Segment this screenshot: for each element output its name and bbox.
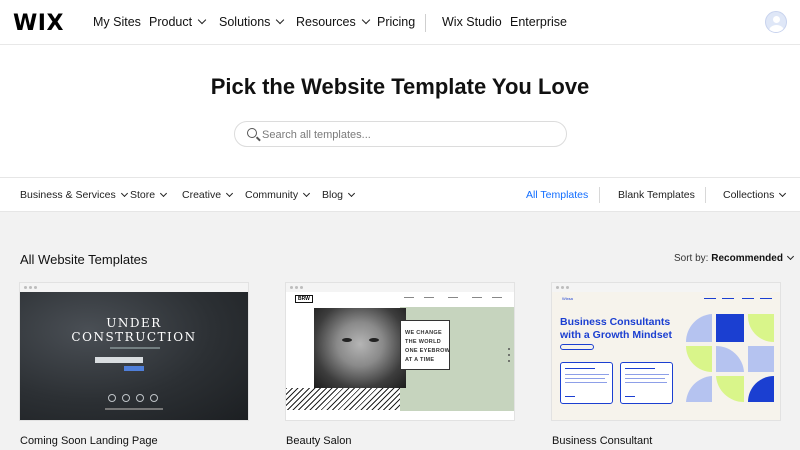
template-card-title[interactable]: Coming Soon Landing Page bbox=[20, 435, 158, 447]
chevron-down-icon bbox=[120, 189, 128, 198]
section-title: All Website Templates bbox=[20, 252, 148, 267]
nav-wix-studio[interactable]: Wix Studio bbox=[442, 15, 502, 29]
chevron-down-icon bbox=[197, 15, 207, 25]
slogan-line: ONE EYEBROW bbox=[405, 348, 451, 354]
avatar-body bbox=[769, 25, 784, 32]
wix-logo[interactable]: WIX bbox=[13, 11, 64, 36]
template-card-title[interactable]: Business Consultant bbox=[552, 435, 652, 447]
sort-value: Recommended bbox=[711, 253, 783, 264]
nav-pricing[interactable]: Pricing bbox=[377, 15, 415, 29]
tab-label: Collections bbox=[723, 189, 775, 201]
category-creative[interactable]: Creative bbox=[182, 189, 234, 201]
nav-my-sites[interactable]: My Sites bbox=[93, 15, 141, 29]
nav-resources[interactable]: Resources bbox=[296, 15, 370, 29]
category-label: Creative bbox=[182, 189, 222, 201]
slogan-line: AT A TIME bbox=[405, 357, 435, 363]
preview-logo: BRW bbox=[295, 295, 313, 303]
preview-heading: Business Consultants bbox=[560, 316, 671, 328]
social-icon bbox=[122, 394, 130, 402]
preview-eye bbox=[369, 338, 379, 342]
category-label: Store bbox=[130, 189, 156, 201]
category-bar: Business & Services Store Creative Commu… bbox=[0, 177, 800, 212]
user-avatar-icon[interactable] bbox=[765, 11, 787, 33]
search-icon bbox=[247, 128, 257, 138]
category-label: Blog bbox=[322, 189, 344, 201]
category-divider bbox=[599, 187, 600, 203]
preview-portrait bbox=[314, 308, 406, 388]
slogan-line: WE CHANGE bbox=[405, 330, 442, 336]
chevron-down-icon bbox=[226, 189, 234, 198]
tab-label: All Templates bbox=[526, 189, 589, 201]
nav-product[interactable]: Product bbox=[149, 15, 207, 29]
template-search[interactable] bbox=[234, 121, 567, 147]
browser-bar bbox=[20, 283, 248, 292]
page-title: Pick the Website Template You Love bbox=[210, 74, 590, 99]
social-icon bbox=[136, 394, 144, 402]
browser-bar bbox=[552, 283, 780, 292]
tab-all-templates[interactable]: All Templates bbox=[526, 189, 588, 201]
preview-slogan-box: WE CHANGE THE WORLD ONE EYEBROW AT A TIM… bbox=[400, 320, 450, 370]
chevron-down-icon bbox=[786, 252, 794, 261]
template-preview: UNDER CONSTRUCTION bbox=[20, 292, 248, 420]
preview-footer bbox=[105, 408, 163, 410]
sort-label: Sort by: bbox=[674, 253, 709, 264]
template-preview: Wixsa Business Consultants with a Growth… bbox=[552, 292, 780, 420]
category-label: Business & Services bbox=[20, 189, 116, 201]
sort-dropdown[interactable]: Sort by: Recommended bbox=[674, 252, 794, 264]
preview-logo: Wixsa bbox=[562, 296, 573, 301]
nav-label: Enterprise bbox=[510, 15, 567, 29]
preview-heading: with a Growth Mindset bbox=[560, 329, 672, 341]
nav-label: Product bbox=[149, 15, 193, 29]
category-blog[interactable]: Blog bbox=[322, 189, 356, 201]
preview-feature-card bbox=[620, 362, 673, 404]
chevron-down-icon bbox=[361, 15, 370, 25]
category-community[interactable]: Community bbox=[245, 189, 311, 201]
nav-label: Pricing bbox=[377, 15, 416, 29]
tab-collections[interactable]: Collections bbox=[723, 189, 787, 201]
category-store[interactable]: Store bbox=[130, 189, 168, 201]
category-label: Community bbox=[245, 189, 299, 201]
preview-geometric-art bbox=[685, 314, 774, 403]
template-card-coming-soon[interactable]: UNDER CONSTRUCTION bbox=[20, 283, 248, 420]
nav-label: Solutions bbox=[219, 15, 271, 29]
top-navigation: WIX My Sites Product Solutions Resources… bbox=[0, 0, 800, 45]
chevron-down-icon bbox=[276, 15, 285, 25]
preview-hatch-pattern bbox=[286, 388, 400, 410]
slogan-line: THE WORLD bbox=[405, 339, 442, 345]
tab-blank-templates[interactable]: Blank Templates bbox=[618, 189, 695, 201]
preview-feature-card bbox=[560, 362, 613, 404]
chevron-down-icon bbox=[347, 189, 356, 198]
preview-heading: UNDER bbox=[106, 316, 162, 330]
tab-label: Blank Templates bbox=[618, 189, 695, 201]
nav-label: My Sites bbox=[93, 15, 141, 29]
search-input[interactable] bbox=[262, 126, 552, 143]
nav-enterprise[interactable]: Enterprise bbox=[510, 15, 567, 29]
template-preview: BRW WE CHANGE THE WORLD ONE EYEBROW AT A… bbox=[286, 292, 514, 420]
social-icon bbox=[150, 394, 158, 402]
preview-subtext bbox=[110, 347, 160, 349]
template-card-beauty-salon[interactable]: BRW WE CHANGE THE WORLD ONE EYEBROW AT A… bbox=[286, 283, 514, 420]
nav-label: Resources bbox=[296, 15, 356, 29]
template-gallery: All Website Templates Sort by: Recommend… bbox=[0, 212, 800, 450]
template-card-title[interactable]: Beauty Salon bbox=[286, 435, 351, 447]
chevron-down-icon bbox=[779, 189, 787, 198]
category-business-services[interactable]: Business & Services bbox=[20, 189, 128, 201]
preview-button bbox=[124, 366, 144, 371]
category-divider bbox=[705, 187, 706, 203]
nav-solutions[interactable]: Solutions bbox=[219, 15, 285, 29]
social-icon bbox=[108, 394, 116, 402]
avatar-head bbox=[773, 16, 780, 23]
browser-bar bbox=[286, 283, 514, 292]
preview-button bbox=[560, 344, 594, 350]
chevron-down-icon bbox=[303, 189, 311, 198]
preview-eye bbox=[342, 338, 352, 342]
nav-label: Wix Studio bbox=[442, 15, 502, 29]
preview-heading: CONSTRUCTION bbox=[71, 330, 197, 344]
chevron-down-icon bbox=[160, 189, 168, 198]
preview-input bbox=[95, 357, 143, 363]
nav-divider bbox=[425, 14, 426, 32]
template-card-business-consultant[interactable]: Wixsa Business Consultants with a Growth… bbox=[552, 283, 780, 420]
